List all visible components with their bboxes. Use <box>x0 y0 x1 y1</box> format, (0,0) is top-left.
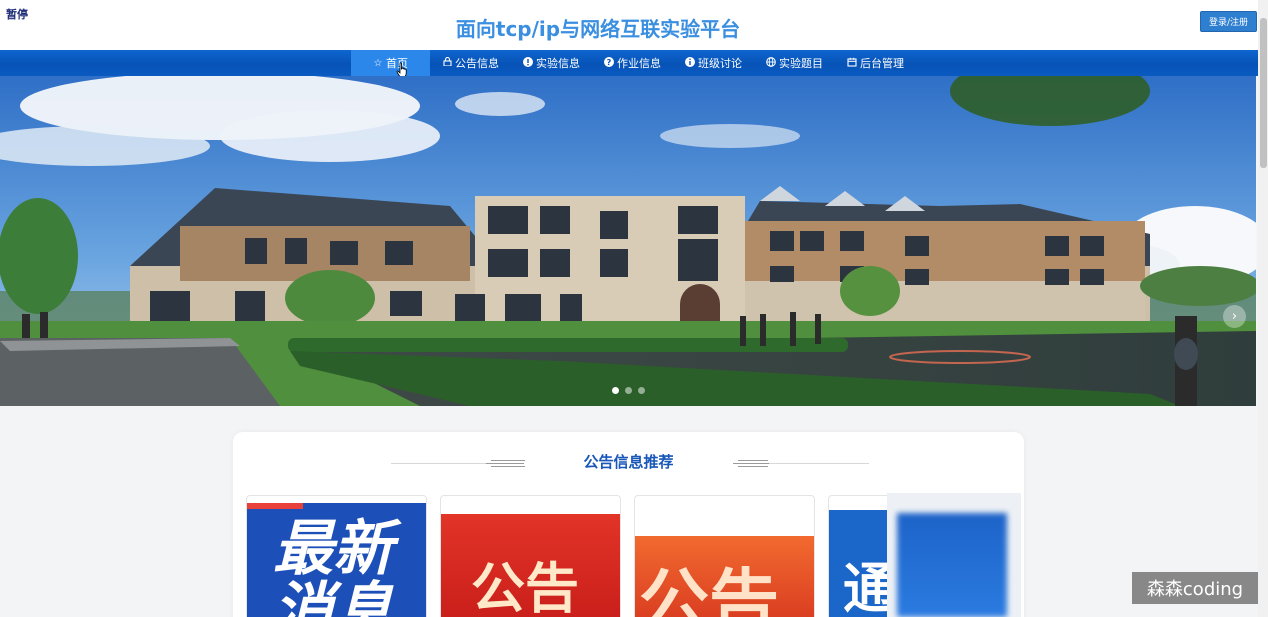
main-nav: ☆ 首页 公告信息 实验信息 ? 作业信息 班级讨论 实验题目 后台管理 <box>0 50 1258 76</box>
nav-item-homework[interactable]: ? 作业信息 <box>592 50 673 76</box>
carousel-dot-3[interactable] <box>638 387 645 394</box>
nav-item-experiment-topics[interactable]: 实验题目 <box>754 50 835 76</box>
title-decoration-right <box>733 459 873 469</box>
announcement-card[interactable]: 公告 <box>440 495 621 617</box>
header: 暂停 面向tcp/ip与网络互联实验平台 登录/注册 <box>0 0 1258 50</box>
info-icon <box>685 56 695 70</box>
announcement-card[interactable]: 最新消息 <box>246 495 427 617</box>
nav-item-label: 公告信息 <box>455 57 499 70</box>
carousel-indicators <box>612 387 645 394</box>
login-register-button[interactable]: 登录/注册 <box>1200 11 1257 32</box>
globe-icon <box>766 56 776 70</box>
next-slide-button[interactable]: › <box>1223 305 1246 328</box>
scrollbar-thumb[interactable] <box>1260 18 1267 168</box>
hero-carousel[interactable]: › <box>0 76 1256 406</box>
site-title: 面向tcp/ip与网络互联实验平台 <box>455 17 741 41</box>
nav-item-label: 实验题目 <box>779 57 823 70</box>
nav-item-class-discussion[interactable]: 班级讨论 <box>673 50 754 76</box>
campus-building-image <box>0 76 1256 406</box>
carousel-dot-1[interactable] <box>612 387 619 394</box>
card-image-text: 公告 <box>639 561 779 617</box>
card-image-text: 最新消息 <box>273 514 393 617</box>
page: 暂停 面向tcp/ip与网络互联实验平台 登录/注册 ☆ 首页 公告信息 实验信… <box>0 0 1268 617</box>
nav-item-admin[interactable]: 后台管理 <box>835 50 916 76</box>
star-icon: ☆ <box>373 57 383 69</box>
announcement-card[interactable]: 公告 <box>634 495 815 617</box>
nav-item-label: 实验信息 <box>536 57 580 70</box>
nav-item-label: 后台管理 <box>860 57 904 70</box>
lock-icon <box>442 56 452 69</box>
blurred-region <box>887 493 1021 617</box>
section-title: 公告信息推荐 <box>583 453 674 471</box>
nav-item-label: 作业信息 <box>617 57 661 70</box>
nav-item-experiments[interactable]: 实验信息 <box>511 50 592 76</box>
question-icon: ? <box>604 56 614 70</box>
svg-text:?: ? <box>607 58 612 67</box>
nav-item-home[interactable]: ☆ 首页 <box>351 50 430 76</box>
carousel-dot-2[interactable] <box>625 387 632 394</box>
calendar-icon <box>847 57 857 70</box>
info-icon <box>523 56 533 70</box>
watermark: 森森coding <box>1132 572 1258 604</box>
nav-item-label: 班级讨论 <box>698 57 742 70</box>
nav-item-announcements[interactable]: 公告信息 <box>430 50 511 76</box>
card-image-text: 公告 <box>471 557 579 617</box>
